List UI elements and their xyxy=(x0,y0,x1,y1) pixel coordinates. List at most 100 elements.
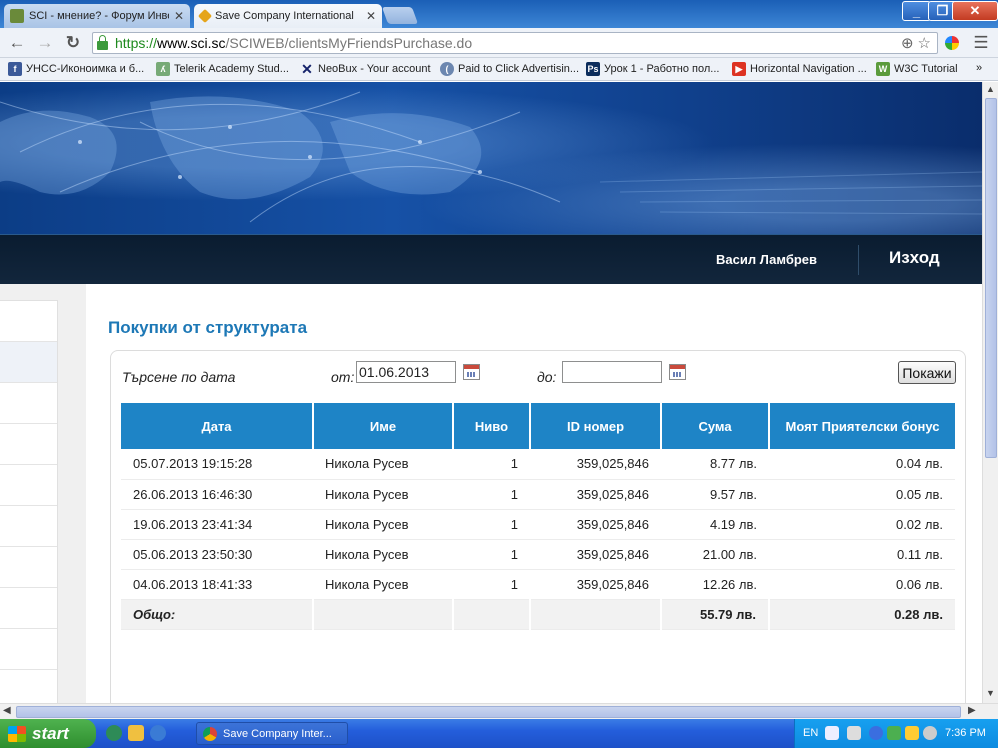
bookmark-label: Horizontal Navigation ... xyxy=(750,63,867,75)
bookmark-neobux[interactable]: ✕ NeoBux - Your account xyxy=(294,61,437,77)
tab-sci-forum[interactable]: SCI - мнение? - Форум Инве ✕ xyxy=(4,4,190,28)
cell-date: 05.07.2013 19:15:28 xyxy=(121,449,313,480)
close-tab-icon[interactable]: ✕ xyxy=(174,9,184,23)
cell-name: Никола Русев xyxy=(313,509,453,540)
sidebar-item[interactable] xyxy=(0,342,57,383)
bookmark-paid-to-click[interactable]: ( Paid to Click Advertisin... xyxy=(434,62,585,76)
start-button[interactable]: start xyxy=(0,719,96,748)
from-date-input[interactable] xyxy=(356,361,456,383)
folder-icon[interactable] xyxy=(128,725,144,741)
sidebar-menu xyxy=(0,300,58,703)
sidebar-item[interactable] xyxy=(0,588,57,629)
sidebar-item[interactable] xyxy=(0,629,57,670)
forward-arrow-icon[interactable]: → xyxy=(34,32,56,54)
cell-level: 1 xyxy=(453,569,530,600)
cell-id: 359,025,846 xyxy=(530,569,661,600)
table-row: 05.07.2013 19:15:28 Никола Русев 1 359,0… xyxy=(121,449,955,480)
tray-icon[interactable] xyxy=(847,726,861,740)
cell-name: Никола Русев xyxy=(313,569,453,600)
horizontal-scrollbar[interactable]: ◀ ▶ xyxy=(0,703,998,719)
cell-amount: 8.77 лв. xyxy=(661,449,769,480)
tab-save-company[interactable]: Save Company International ✕ xyxy=(194,4,382,28)
youtube-icon: ▶ xyxy=(732,62,746,76)
overflow-chevron-icon: » xyxy=(976,62,983,74)
arrow-tray-icon[interactable] xyxy=(869,726,883,740)
column-header-id[interactable]: ID номер xyxy=(530,403,662,449)
column-header-name[interactable]: Име xyxy=(313,403,454,449)
sidebar-item[interactable] xyxy=(0,424,57,465)
close-tab-icon[interactable]: ✕ xyxy=(366,9,376,23)
table-row: 05.06.2013 23:50:30 Никола Русев 1 359,0… xyxy=(121,539,955,570)
bookmark-star-icon[interactable]: ☆ xyxy=(918,34,931,52)
cell-level: 1 xyxy=(453,539,530,570)
volume-icon[interactable] xyxy=(923,726,937,740)
tab-title: SCI - мнение? - Форум Инве xyxy=(29,10,169,22)
cell-id: 359,025,846 xyxy=(530,539,661,570)
extension-icon[interactable] xyxy=(941,32,963,54)
language-indicator[interactable]: EN xyxy=(803,727,818,739)
sidebar-item[interactable] xyxy=(0,383,57,424)
address-bar[interactable]: https://www.sci.sc/SCIWEB/clientsMyFrien… xyxy=(92,32,938,54)
cell-name: Никола Русев xyxy=(313,449,453,480)
page-viewport: Васил Ламбрев Изход Покупки от структура… xyxy=(0,82,982,703)
vertical-scrollbar[interactable]: ▲ ▼ xyxy=(982,82,998,703)
photoshop-icon: Ps xyxy=(586,62,600,76)
bookmark-horizontal-navigation[interactable]: ▶ Horizontal Navigation ... xyxy=(726,62,873,76)
bookmark-label: Telerik Academy Stud... xyxy=(174,63,289,75)
column-header-amount[interactable]: Сума xyxy=(661,403,770,449)
menu-icon[interactable]: ☰ xyxy=(970,32,992,54)
scroll-right-arrow-icon[interactable]: ▶ xyxy=(968,705,976,716)
sidebar-item[interactable] xyxy=(0,547,57,588)
tab-title: Save Company International xyxy=(215,10,354,22)
bookmark-photoshop-lesson[interactable]: Ps Урок 1 - Работно пол... xyxy=(580,62,725,76)
column-header-level[interactable]: Ниво xyxy=(453,403,531,449)
network-icon[interactable] xyxy=(887,726,901,740)
help-icon[interactable] xyxy=(825,726,839,740)
from-calendar-icon[interactable] xyxy=(463,364,480,380)
back-arrow-icon[interactable]: ← xyxy=(6,32,28,54)
minimize-button[interactable]: _ xyxy=(902,1,931,21)
bookmark-label: W3C Tutorial xyxy=(894,63,958,75)
zoom-icon[interactable]: ⊕ xyxy=(901,34,914,52)
internet-explorer-icon[interactable] xyxy=(150,725,166,741)
scroll-up-arrow-icon[interactable]: ▲ xyxy=(986,84,995,94)
w3c-icon: W xyxy=(876,62,890,76)
total-label: Общо: xyxy=(121,599,314,630)
purchases-panel: Търсене по дата от: до: Покажи Дата Име … xyxy=(110,350,966,703)
bookmark-telerik[interactable]: ʎ Telerik Academy Stud... xyxy=(150,62,295,76)
column-header-date[interactable]: Дата xyxy=(121,403,314,449)
utorrent-icon[interactable] xyxy=(106,725,122,741)
show-button[interactable]: Покажи xyxy=(898,361,956,384)
reload-icon[interactable]: ↻ xyxy=(62,32,84,54)
column-header-bonus[interactable]: Моят Приятелски бонус xyxy=(769,403,955,449)
divider xyxy=(858,245,859,275)
sidebar-item[interactable] xyxy=(0,506,57,547)
windows-taskbar: start Save Company Inter... EN 7:36 PM xyxy=(0,719,998,748)
cell-bonus: 0.05 лв. xyxy=(769,479,955,510)
scroll-down-arrow-icon[interactable]: ▼ xyxy=(986,688,995,698)
ptc-icon: ( xyxy=(440,62,454,76)
cell-bonus: 0.11 лв. xyxy=(769,539,955,570)
to-date-input[interactable] xyxy=(562,361,662,383)
bookmark-unss[interactable]: f УНСС-Иконоимка и б... xyxy=(2,62,150,76)
cell-empty xyxy=(453,599,531,630)
horizontal-scroll-thumb[interactable] xyxy=(16,706,961,718)
sidebar-item[interactable] xyxy=(0,301,57,342)
cell-id: 359,025,846 xyxy=(530,509,661,540)
cell-date: 05.06.2013 23:50:30 xyxy=(121,539,313,570)
bookmarks-overflow-button[interactable]: » xyxy=(970,62,988,74)
close-window-button[interactable]: ✕ xyxy=(952,1,998,21)
from-label: от: xyxy=(331,369,355,385)
vertical-scroll-thumb[interactable] xyxy=(985,98,997,458)
cell-amount: 12.26 лв. xyxy=(661,569,769,600)
logout-link[interactable]: Изход xyxy=(889,248,940,268)
bookmark-w3c[interactable]: W W3C Tutorial xyxy=(870,62,964,76)
taskbar-item-chrome[interactable]: Save Company Inter... xyxy=(196,722,348,745)
sidebar-item[interactable] xyxy=(0,465,57,506)
scroll-left-arrow-icon[interactable]: ◀ xyxy=(3,705,11,716)
cell-date: 04.06.2013 18:41:33 xyxy=(121,569,313,600)
security-icon[interactable] xyxy=(905,726,919,740)
new-tab-button[interactable] xyxy=(381,7,419,24)
table-row: 19.06.2013 23:41:34 Никола Русев 1 359,0… xyxy=(121,509,955,540)
to-calendar-icon[interactable] xyxy=(669,364,686,380)
